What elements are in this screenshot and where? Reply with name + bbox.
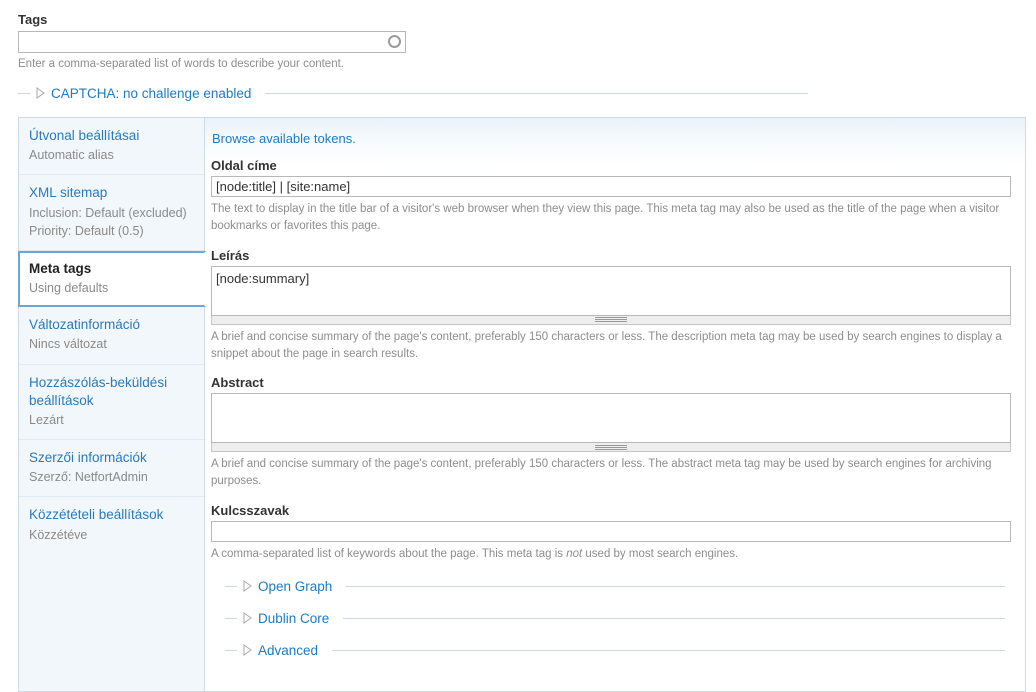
vtab-summary: Automatic alias bbox=[29, 148, 114, 163]
keywords-help-pre: A comma-separated list of keywords about… bbox=[211, 547, 567, 560]
legend-rule bbox=[332, 649, 1005, 651]
legend-rule bbox=[343, 617, 1005, 619]
circle-throbber-icon bbox=[388, 35, 401, 48]
vtab-summary: Using defaults bbox=[29, 281, 109, 296]
captcha-fieldset-legend[interactable]: CAPTCHA: no challenge enabled bbox=[18, 86, 808, 101]
tags-form-item: Tags Enter a comma-separated list of wor… bbox=[0, 0, 1036, 73]
keywords-help-emphasis: not bbox=[566, 547, 583, 560]
abstract-textarea-wrapper bbox=[211, 393, 1011, 452]
keywords-help-post: used by most search engines. bbox=[582, 547, 739, 560]
tags-autocomplete-wrapper bbox=[18, 31, 406, 53]
dublin-core-legend-link[interactable]: Dublin Core bbox=[258, 611, 329, 626]
fieldset-dublin-core[interactable]: Dublin Core bbox=[225, 611, 1005, 626]
vtab-title: Közzétételi beállítások bbox=[29, 507, 164, 523]
sidebar-item-revision-information[interactable]: Változatinformáció Nincs változat bbox=[19, 307, 204, 365]
page-title-label: Oldal címe bbox=[211, 158, 277, 173]
panel-collapsible-fieldsets: Open Graph Dublin Core Advanced bbox=[211, 579, 1013, 658]
abstract-form-item: Abstract A brief and concise summary of … bbox=[211, 375, 1013, 491]
vtab-summary: Közzétéve bbox=[29, 527, 88, 542]
tags-description: Enter a comma-separated list of words to… bbox=[18, 58, 344, 70]
vtab-summary: Inclusion: Default (excluded) Priority: … bbox=[29, 205, 187, 238]
collapsed-triangle-icon bbox=[243, 612, 252, 625]
open-graph-legend-link[interactable]: Open Graph bbox=[258, 579, 332, 594]
description-textarea-wrapper: [node:summary] bbox=[211, 265, 1011, 325]
abstract-label: Abstract bbox=[211, 375, 264, 390]
vtab-title: Hozzászólás-beküldési beállítások bbox=[29, 374, 168, 408]
description-label: Leírás bbox=[211, 247, 250, 263]
vtab-title: Útvonal beállításai bbox=[29, 128, 140, 143]
collapsed-triangle-icon bbox=[243, 644, 252, 657]
page-title-form-item: Oldal címe The text to display in the ti… bbox=[211, 158, 1013, 236]
abstract-help-text: A brief and concise summary of the page'… bbox=[211, 458, 992, 488]
page-title-description: The text to display in the title bar of … bbox=[211, 203, 1000, 233]
captcha-legend-link[interactable]: CAPTCHA: no challenge enabled bbox=[51, 86, 251, 101]
vertical-tabs-list: Útvonal beállításai Automatic alias XML … bbox=[18, 118, 206, 691]
legend-dash bbox=[225, 649, 237, 651]
sidebar-item-meta-tags[interactable]: Meta tags Using defaults bbox=[18, 250, 206, 308]
legend-dash bbox=[225, 585, 237, 587]
browse-tokens-link[interactable]: Browse available tokens. bbox=[212, 131, 356, 146]
meta-tags-panel: Browse available tokens. Oldal címe The … bbox=[205, 118, 1026, 691]
legend-dash bbox=[225, 617, 237, 619]
vtab-summary: Szerző: NetfortAdmin bbox=[29, 470, 148, 485]
collapsed-triangle-icon bbox=[243, 580, 252, 593]
legend-rule bbox=[346, 585, 1005, 587]
fieldset-advanced[interactable]: Advanced bbox=[225, 643, 1005, 658]
tags-input[interactable] bbox=[18, 31, 406, 53]
description-textarea[interactable]: [node:summary] bbox=[211, 265, 1011, 316]
keywords-form-item: Kulcsszavak A comma-separated list of ke… bbox=[211, 503, 1013, 563]
sidebar-item-authoring-information[interactable]: Szerzői információk Szerző: NetfortAdmin bbox=[19, 440, 204, 498]
vtab-title: Meta tags bbox=[29, 260, 92, 276]
keywords-input[interactable] bbox=[211, 520, 1011, 542]
textarea-resize-grippie[interactable] bbox=[211, 315, 1011, 325]
legend-rule bbox=[265, 92, 808, 94]
vtab-title: XML sitemap bbox=[29, 185, 108, 201]
sidebar-item-xml-sitemap[interactable]: XML sitemap Inclusion: Default (excluded… bbox=[19, 175, 204, 251]
page-title-input[interactable] bbox=[211, 176, 1011, 197]
sidebar-item-comment-settings[interactable]: Hozzászólás-beküldési beállítások Lezárt bbox=[19, 365, 204, 441]
vtab-title: Szerzői információk bbox=[29, 450, 147, 466]
vtab-summary: Lezárt bbox=[29, 412, 64, 427]
vtab-title: Változatinformáció bbox=[29, 317, 141, 333]
keywords-help-text: A comma-separated list of keywords about… bbox=[211, 546, 1011, 563]
textarea-resize-grippie[interactable] bbox=[211, 443, 1011, 452]
grippie-lines-icon bbox=[595, 444, 627, 450]
description-form-item: Leírás [node:summary] A brief and concis… bbox=[211, 248, 1013, 364]
vtab-summary: Nincs változat bbox=[29, 337, 107, 352]
tags-label: Tags bbox=[18, 12, 48, 27]
advanced-legend-link[interactable]: Advanced bbox=[258, 643, 318, 658]
sidebar-item-url-alias[interactable]: Útvonal beállításai Automatic alias bbox=[19, 118, 204, 176]
fieldset-open-graph[interactable]: Open Graph bbox=[225, 579, 1005, 594]
abstract-textarea[interactable] bbox=[211, 393, 1011, 443]
description-help-text: A brief and concise summary of the page'… bbox=[211, 330, 1002, 360]
sidebar-item-publishing-options[interactable]: Közzétételi beállítások Közzétéve bbox=[19, 497, 204, 553]
vertical-tabs: Útvonal beállításai Automatic alias XML … bbox=[18, 117, 1026, 692]
collapsed-triangle-icon bbox=[36, 87, 45, 100]
legend-dash bbox=[18, 92, 30, 94]
keywords-label: Kulcsszavak bbox=[211, 502, 290, 518]
grippie-lines-icon bbox=[595, 317, 627, 322]
